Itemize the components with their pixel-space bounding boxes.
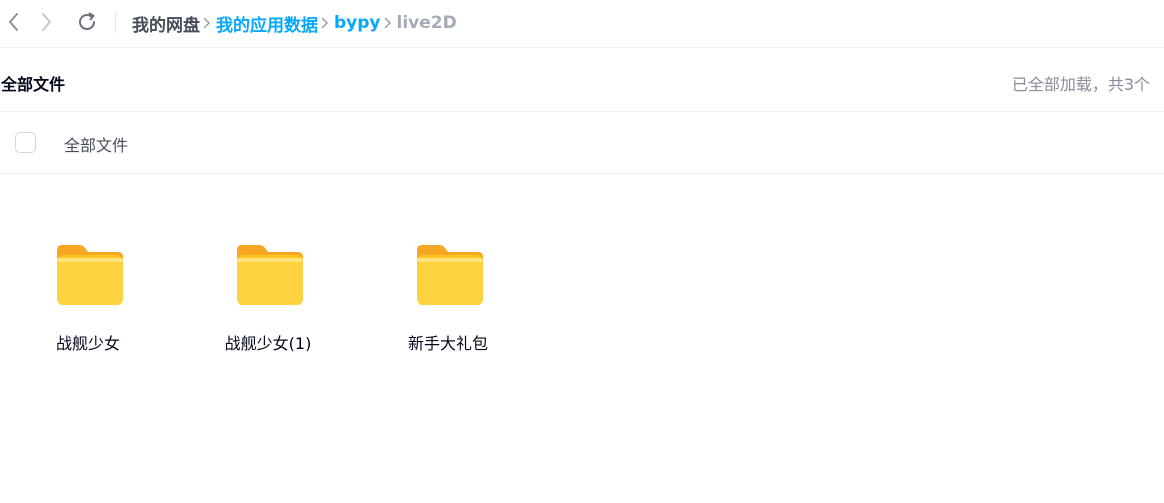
forward-button[interactable]: [34, 10, 58, 34]
file-grid: 战舰少女 战舰少女(1) 新手大礼包: [0, 174, 1164, 503]
chevron-right-icon: [318, 16, 332, 30]
back-button[interactable]: [2, 10, 26, 34]
breadcrumb-item-bypy[interactable]: bypy: [334, 13, 381, 33]
chevron-right-icon: [200, 16, 214, 30]
breadcrumb-item-app-data[interactable]: 我的应用数据: [216, 11, 318, 36]
load-status-text: 已全部加载，共3个: [1011, 75, 1150, 94]
top-bar: 我的网盘 我的应用数据 bypy live2D: [0, 0, 1164, 48]
page-title: 全部文件: [1, 75, 66, 94]
folder-icon: [417, 245, 483, 305]
folder-icon: [57, 245, 123, 305]
chevron-right-icon: [42, 13, 51, 31]
toolbar-divider: [115, 11, 116, 33]
folder-name: 战舰少女: [55, 334, 120, 353]
breadcrumb: 我的网盘 我的应用数据 bypy live2D: [132, 10, 457, 36]
list-header: 全部文件: [0, 112, 1164, 174]
folder-tile[interactable]: 新手大礼包: [378, 242, 518, 362]
refresh-icon: [79, 12, 95, 30]
refresh-button[interactable]: [75, 10, 99, 34]
chevron-right-icon: [381, 16, 395, 30]
chevron-left-icon: [9, 13, 18, 31]
folder-tile[interactable]: 战舰少女: [18, 242, 158, 362]
breadcrumb-item-my-drive[interactable]: 我的网盘: [132, 11, 200, 36]
breadcrumb-item-live2d: live2D: [396, 13, 457, 33]
files-header: 全部文件 已全部加载，共3个: [0, 52, 1164, 112]
folder-tile[interactable]: 战舰少女(1): [198, 242, 338, 362]
folder-name: 战舰少女(1): [224, 334, 312, 353]
column-header-name: 全部文件: [64, 136, 129, 155]
folder-name: 新手大礼包: [407, 334, 488, 353]
select-all-checkbox[interactable]: [15, 132, 36, 153]
folder-icon: [237, 245, 303, 305]
